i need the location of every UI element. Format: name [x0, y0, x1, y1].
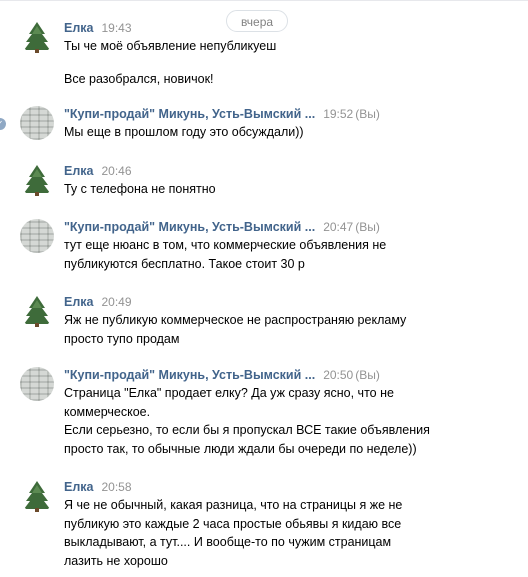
- group-avatar[interactable]: [20, 219, 54, 253]
- group-avatar[interactable]: [20, 106, 54, 140]
- message-line: Я че не обычный, какая разница, что на с…: [64, 498, 403, 512]
- author-name[interactable]: Елка: [64, 480, 94, 494]
- message-line: Ты че моё объявление непубликуеш: [64, 39, 277, 53]
- message-text: Ты че моё объявление непубликуеш Все раз…: [64, 37, 454, 88]
- message-line: публикуются бесплатно. Такое стоит 30 р: [64, 256, 305, 271]
- message-line: просто так, то обычные люди ждали бы оче…: [64, 441, 417, 456]
- message-time[interactable]: 20:58: [102, 480, 132, 494]
- message-line: Мы еще в прошлом году это обсуждали)): [64, 125, 304, 139]
- message-time[interactable]: 20:50: [323, 368, 353, 382]
- read-status-icon: ✓: [0, 118, 6, 130]
- author-name[interactable]: Елка: [64, 164, 94, 178]
- you-label: (Вы): [355, 107, 380, 121]
- group-avatar[interactable]: [20, 367, 54, 401]
- message-time[interactable]: 19:43: [102, 21, 132, 35]
- message-header: Елка 20:46: [64, 163, 132, 179]
- message-line: просто тупо продам: [64, 331, 180, 346]
- tree-avatar[interactable]: [20, 20, 54, 54]
- author-name[interactable]: Елка: [64, 295, 94, 309]
- message-text: Я че не обычный, какая разница, что на с…: [64, 496, 454, 570]
- message-line: Ту с телефона не понятно: [64, 182, 216, 196]
- message-line: Яж не публикую коммерческое не распростр…: [64, 313, 407, 327]
- message-text: Яж не публикую коммерческое не распростр…: [64, 311, 454, 348]
- top-divider: [0, 0, 528, 1]
- message-line: коммерческое.: [64, 404, 151, 419]
- message-line: публикую это каждые 2 часа простые обьяв…: [64, 516, 402, 531]
- message-header: Елка 20:49: [64, 294, 132, 310]
- message-line: тут еще нюанс в том, что коммерческие об…: [64, 238, 387, 252]
- message-text: Мы еще в прошлом году это обсуждали)): [64, 123, 454, 142]
- message-header: "Купи-продай" Микунь, Усть-Вымский ... 19…: [64, 106, 380, 122]
- tree-avatar[interactable]: [20, 479, 54, 513]
- message-header: Елка 19:43: [64, 20, 132, 36]
- message-time[interactable]: 20:47: [323, 220, 353, 234]
- message-time[interactable]: 19:52: [323, 107, 353, 121]
- message-header: Елка 20:58: [64, 479, 132, 495]
- author-name[interactable]: "Купи-продай" Микунь, Усть-Вымский ...: [64, 368, 315, 382]
- message-header: "Купи-продай" Микунь, Усть-Вымский ... 20…: [64, 367, 380, 383]
- author-name[interactable]: Елка: [64, 21, 94, 35]
- message-line: Если серьезно, то если бы я пропускал ВС…: [64, 423, 430, 437]
- message-line: лазить не хорошо: [64, 553, 168, 568]
- you-label: (Вы): [355, 368, 380, 382]
- author-name[interactable]: "Купи-продай" Микунь, Усть-Вымский ...: [64, 220, 315, 234]
- you-label: (Вы): [355, 220, 380, 234]
- message-text: Страница "Елка" продает елку? Да уж сраз…: [64, 384, 454, 458]
- message-line: выкладывают, а тут.... И вообще-то по чу…: [64, 535, 392, 549]
- message-text: тут еще нюанс в том, что коммерческие об…: [64, 236, 454, 273]
- message-line: Страница "Елка" продает елку? Да уж сраз…: [64, 386, 394, 400]
- message-time[interactable]: 20:46: [102, 164, 132, 178]
- message-text: Ту с телефона не понятно: [64, 180, 454, 199]
- message-line: Все разобрался, новичок!: [64, 71, 214, 86]
- author-name[interactable]: "Купи-продай" Микунь, Усть-Вымский ...: [64, 107, 315, 121]
- tree-avatar[interactable]: [20, 294, 54, 328]
- tree-avatar[interactable]: [20, 163, 54, 197]
- date-divider-badge: вчера: [226, 10, 288, 32]
- message-header: "Купи-продай" Микунь, Усть-Вымский ... 20…: [64, 219, 380, 235]
- message-time[interactable]: 20:49: [102, 295, 132, 309]
